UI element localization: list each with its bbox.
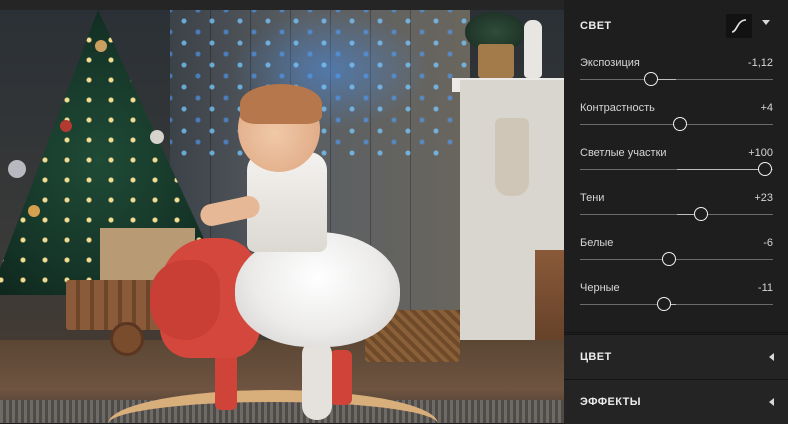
slider-track[interactable] xyxy=(580,259,773,260)
slider-label: Тени xyxy=(580,192,605,204)
slider-value[interactable]: +23 xyxy=(754,192,773,204)
slider-shadows[interactable]: Тени +23 xyxy=(580,192,773,236)
section-divider xyxy=(564,332,788,333)
light-section-title: СВЕТ xyxy=(580,20,612,32)
chevron-down-icon[interactable] xyxy=(762,20,770,25)
slider-label: Контрастность xyxy=(580,102,655,114)
slider-track[interactable] xyxy=(580,304,773,305)
slider-thumb[interactable] xyxy=(657,297,672,311)
chevron-left-icon[interactable] xyxy=(769,353,774,361)
slider-whites[interactable]: Белые -6 xyxy=(580,237,773,281)
child-hair xyxy=(240,84,322,124)
ornament xyxy=(8,160,26,178)
color-section-title: ЦВЕТ xyxy=(580,351,612,363)
tone-curve-icon xyxy=(731,19,747,33)
ornament xyxy=(60,120,72,132)
slider-contrast[interactable]: Контрастность +4 xyxy=(580,102,773,146)
photo-preview[interactable] xyxy=(0,0,564,423)
plant-pot xyxy=(478,44,514,78)
color-section[interactable]: ЦВЕТ xyxy=(564,334,788,379)
ornament xyxy=(150,130,164,144)
slider-exposure[interactable]: Экспозиция -1,12 xyxy=(580,57,773,101)
moose-head xyxy=(150,260,220,340)
slider-value[interactable]: -6 xyxy=(763,237,773,249)
ornament xyxy=(28,205,40,217)
effects-section-title: ЭФФЕКТЫ xyxy=(580,396,641,408)
slider-value[interactable]: +100 xyxy=(748,147,773,159)
slider-track[interactable] xyxy=(580,79,773,80)
slider-label: Белые xyxy=(580,237,614,249)
slider-value[interactable]: +4 xyxy=(760,102,773,114)
slider-label: Черные xyxy=(580,282,620,294)
light-section-header[interactable]: СВЕТ xyxy=(564,0,788,46)
edit-panel: СВЕТ Экспозиция -1,12 Контрастность +4 Светл… xyxy=(564,0,788,424)
slider-thumb[interactable] xyxy=(757,162,772,176)
stocking xyxy=(495,118,529,196)
slider-label: Экспозиция xyxy=(580,57,640,69)
string-lights xyxy=(170,10,470,160)
slider-thumb[interactable] xyxy=(643,72,658,86)
child-leg xyxy=(302,340,332,420)
slider-thumb[interactable] xyxy=(672,117,687,131)
slider-thumb[interactable] xyxy=(693,207,708,221)
slider-value[interactable]: -11 xyxy=(758,282,773,294)
moose-leg xyxy=(330,350,352,405)
wagon-wheel xyxy=(110,322,144,356)
ornament xyxy=(95,40,107,52)
effects-section[interactable]: ЭФФЕКТЫ xyxy=(564,379,788,424)
tone-curve-button[interactable] xyxy=(726,14,752,38)
slider-blacks[interactable]: Черные -11 xyxy=(580,282,773,326)
chevron-left-icon[interactable] xyxy=(769,398,774,406)
slider-value[interactable]: -1,12 xyxy=(748,57,773,69)
slider-highlights[interactable]: Светлые участки +100 xyxy=(580,147,773,191)
vase xyxy=(524,20,542,78)
slider-label: Светлые участки xyxy=(580,147,667,159)
photo-top-strip xyxy=(0,0,564,10)
slider-thumb[interactable] xyxy=(662,252,677,266)
